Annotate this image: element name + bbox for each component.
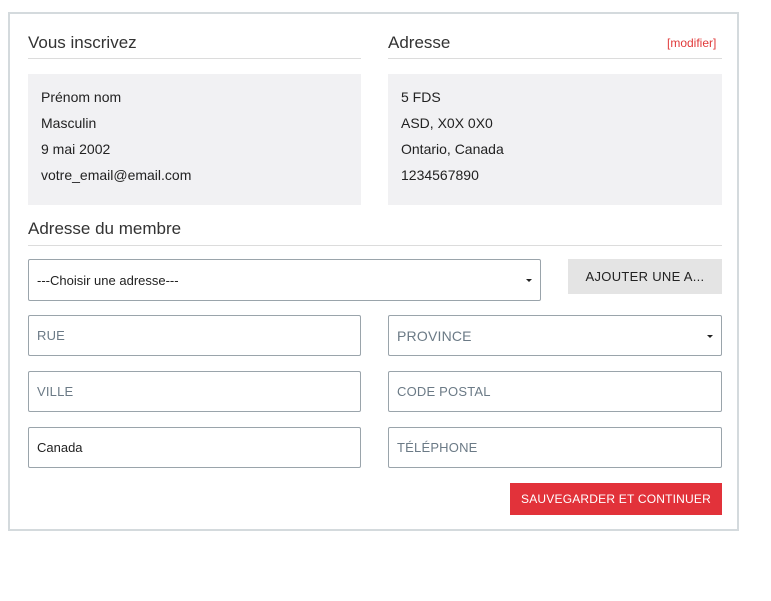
registration-info-box: Prénom nom Masculin 9 mai 2002 votre_ema… — [28, 74, 361, 205]
province-select-value: PROVINCE — [397, 327, 472, 344]
add-address-button[interactable]: AJOUTER UNE A... — [568, 259, 722, 294]
registration-gender: Masculin — [41, 115, 97, 131]
postal-code-placeholder: CODE POSTAL — [397, 384, 491, 399]
registration-divider — [28, 58, 361, 59]
address-select-value: ---Choisir une adresse--- — [37, 272, 179, 288]
city-placeholder: VILLE — [37, 384, 74, 399]
member-address-divider — [28, 245, 722, 246]
checkout-panel: Vous inscrivez Prénom nom Masculin 9 mai… — [8, 12, 739, 531]
address-street: 5 FDS — [401, 89, 441, 105]
registration-title: Vous inscrivez — [28, 33, 137, 52]
address-title: Adresse — [388, 33, 451, 52]
chevron-down-icon — [707, 334, 713, 338]
address-province-country: Ontario, Canada — [401, 141, 504, 157]
address-divider — [388, 58, 722, 59]
country-value: Canada — [37, 440, 83, 455]
chevron-down-icon — [526, 279, 532, 282]
country-input[interactable]: Canada — [28, 427, 361, 468]
city-input[interactable]: VILLE — [28, 371, 361, 412]
street-input[interactable]: RUE — [28, 315, 361, 356]
address-city-postal: ASD, X0X 0X0 — [401, 115, 493, 131]
save-continue-button[interactable]: SAUVEGARDER ET CONTINUER — [510, 483, 722, 515]
postal-code-input[interactable]: CODE POSTAL — [388, 371, 722, 412]
phone-placeholder: TÉLÉPHONE — [397, 440, 478, 455]
phone-input[interactable]: TÉLÉPHONE — [388, 427, 722, 468]
member-address-title: Adresse du membre — [28, 219, 182, 238]
street-placeholder: RUE — [37, 328, 66, 343]
address-phone: 1234567890 — [401, 167, 479, 183]
modify-address-link[interactable]: [modifier] — [667, 36, 716, 50]
registration-email: votre_email@email.com — [41, 167, 192, 183]
address-info-box: 5 FDS ASD, X0X 0X0 Ontario, Canada 12345… — [388, 74, 722, 205]
province-select[interactable]: PROVINCE — [388, 315, 722, 356]
address-select[interactable]: ---Choisir une adresse--- — [28, 259, 541, 301]
registration-name: Prénom nom — [41, 89, 122, 105]
registration-birthdate: 9 mai 2002 — [41, 141, 111, 157]
